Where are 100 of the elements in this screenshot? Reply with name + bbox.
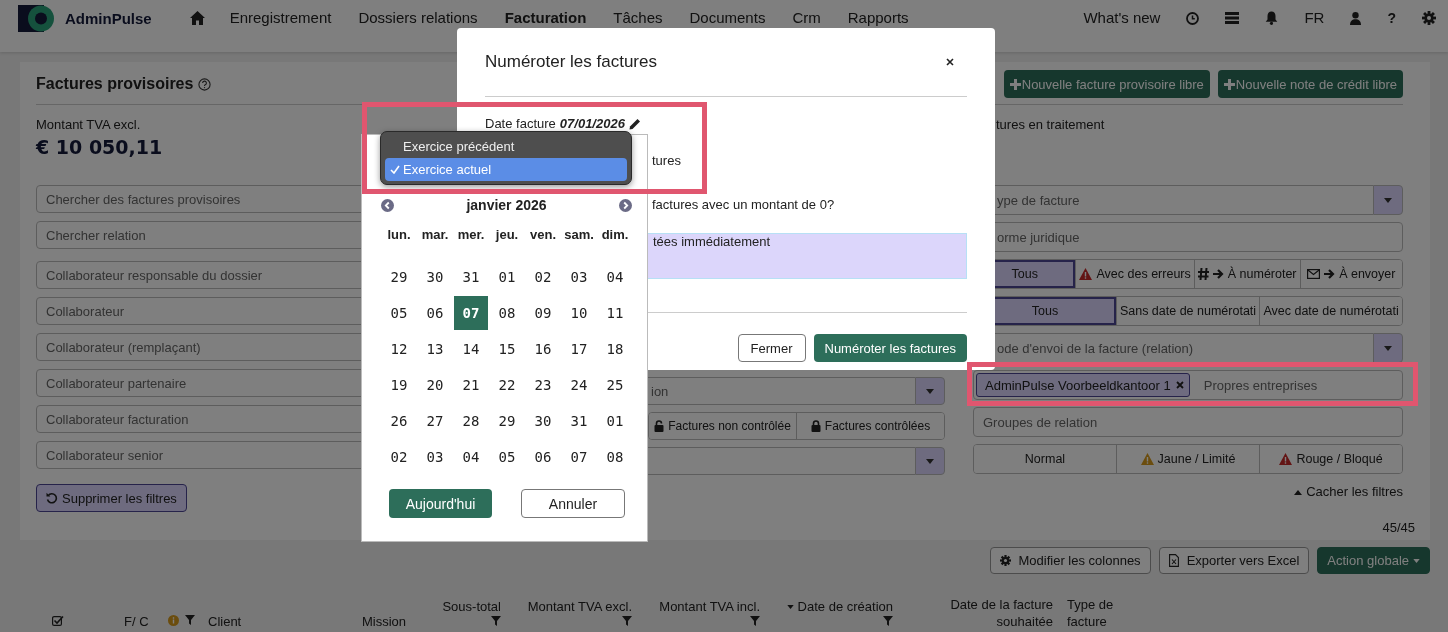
nav-link[interactable]: Documents [689,9,766,27]
menu-item[interactable]: Exercice précédent [385,135,627,158]
list-icon[interactable] [1225,12,1240,24]
calendar-day[interactable]: 17 [562,332,596,366]
dropdown-toggle[interactable] [1373,333,1403,363]
weekday-label: mar. [420,227,450,242]
calendar-day[interactable]: 31 [562,404,596,438]
lock-icon [810,420,821,432]
filter-icon[interactable] [750,616,760,626]
filter-option[interactable]: Avec des erreurs [1075,260,1194,288]
checkbox-icon[interactable] [52,615,64,626]
nav-link[interactable]: Facturation [504,9,587,27]
user-icon[interactable] [1350,11,1362,25]
help-icon[interactable] [198,77,212,91]
toolbar-button[interactable]: Exporter vers Excel [1158,547,1310,574]
column-header[interactable]: Mission [361,613,406,630]
dialog-title: Numéroter les factures [485,52,657,72]
tag-input[interactable]: Propres entreprises [1201,376,1400,394]
caret-down-icon [1413,558,1420,563]
calendar-day[interactable]: 01 [490,260,524,294]
column-header[interactable]: Sous-total [442,598,501,615]
panel-title: Factures provisoires [36,75,194,93]
dropdown-toggle[interactable] [1373,185,1403,215]
toolbar-button[interactable]: Modifier les colonnes [989,547,1151,574]
remove-icon[interactable] [1175,381,1184,389]
calendar-day[interactable]: 16 [526,332,560,366]
undo-icon [46,492,58,504]
filter-icon[interactable] [883,616,893,626]
calendar-day[interactable]: 10 [562,296,596,330]
nav-link[interactable]: Crm [792,9,821,27]
dropdown-toggle[interactable] [915,447,945,475]
calendar-day[interactable]: 30 [526,404,560,438]
dropdown-toggle[interactable] [915,377,945,405]
column-header[interactable]: Date de création [797,598,893,615]
calendar-day[interactable]: 08 [598,440,632,474]
column-header[interactable]: Montant TVA excl. [527,598,632,615]
hide-filters-link[interactable]: Cacher les filtres [1294,484,1403,500]
arrow-right-icon [1212,269,1224,279]
help-link[interactable]: ? [1387,9,1396,27]
filter-option[interactable]: Avec date de numérotati [1259,297,1402,325]
dialog-button[interactable]: Numéroter les factures [813,334,967,362]
column-header[interactable]: Client [208,613,242,630]
clear-filters-button[interactable]: Supprimer les filtres [36,484,187,512]
warning-icon [1079,268,1093,280]
whats-new-link[interactable]: What's new [1083,9,1161,27]
filter-option[interactable]: À envoyer [1299,260,1402,288]
filter-icon[interactable] [622,616,632,626]
brand-name: AdminPulse [65,9,152,27]
pencil-icon[interactable] [628,118,641,130]
home-icon[interactable] [189,11,205,25]
language-button[interactable]: FR [1304,9,1325,27]
filter-option[interactable]: Rouge / Bloqué [1259,445,1402,473]
arrow-right-icon [1324,269,1336,279]
calendar-day[interactable]: 05 [490,440,524,474]
filter-icon[interactable] [185,615,195,625]
bell-icon[interactable] [1265,11,1279,25]
calendar-day[interactable]: 09 [526,296,560,330]
calendar-day[interactable]: 08 [490,296,524,330]
hash-icon [1197,268,1209,280]
company-field[interactable]: AdminPulse Voorbeeldkantoor 1 Propres entreprises [973,370,1403,400]
calendar-day[interactable]: 07 [454,296,488,330]
filter-input[interactable]: Groupes de relation [973,407,1403,437]
sort-caret-icon[interactable] [786,604,794,609]
weekday-label: dim. [600,227,630,242]
nav-link[interactable]: Dossiers relations [358,9,478,27]
column-header[interactable]: Montant TVA incl. [659,598,760,615]
calendar-day[interactable]: 11 [598,296,632,330]
column-header[interactable]: Type de facture [1067,596,1141,630]
nav-link[interactable]: Enregistrement [229,9,332,27]
calendar-day[interactable]: 04 [598,260,632,294]
filter-icon[interactable] [491,616,501,626]
dialog-button[interactable]: Fermer [737,334,806,362]
calendar-day[interactable]: 07 [562,440,596,474]
column-header[interactable]: Date de la facture souhaitée [893,596,1053,630]
next-month-icon[interactable] [619,198,632,212]
calendar-day[interactable]: 02 [526,260,560,294]
calendar-day[interactable]: 03 [562,260,596,294]
caret-down-icon [1384,345,1392,351]
option-text: tures [652,153,681,169]
status-label: tures en traitement [995,118,1106,132]
weekday-label: sam. [563,227,595,242]
result-count: 45/45 [1382,520,1415,536]
calendar-button[interactable]: Aujourd'hui [389,489,492,518]
calendar-button[interactable]: Annuler [521,489,625,518]
nav-link[interactable]: Rapports [847,9,909,27]
calendar-day[interactable]: 15 [490,332,524,366]
settings-icon[interactable] [1422,11,1436,25]
spreadsheet-file-icon [1168,554,1179,567]
calendar-day[interactable]: 01 [598,404,632,438]
filter-option[interactable]: Factures contrôlées [796,413,944,439]
calendar-day[interactable]: 18 [598,332,632,366]
filter-option[interactable]: À numéroter [1193,260,1300,288]
check-icon [390,165,400,174]
warning-icon [1140,453,1154,465]
calendar-day[interactable]: 06 [526,440,560,474]
clock-icon[interactable] [1186,11,1200,25]
column-header[interactable]: F/ C [124,613,149,630]
nav-link[interactable]: Tâches [613,9,663,27]
calendar-day[interactable]: 29 [490,404,524,438]
previous-month-icon[interactable] [381,198,394,212]
